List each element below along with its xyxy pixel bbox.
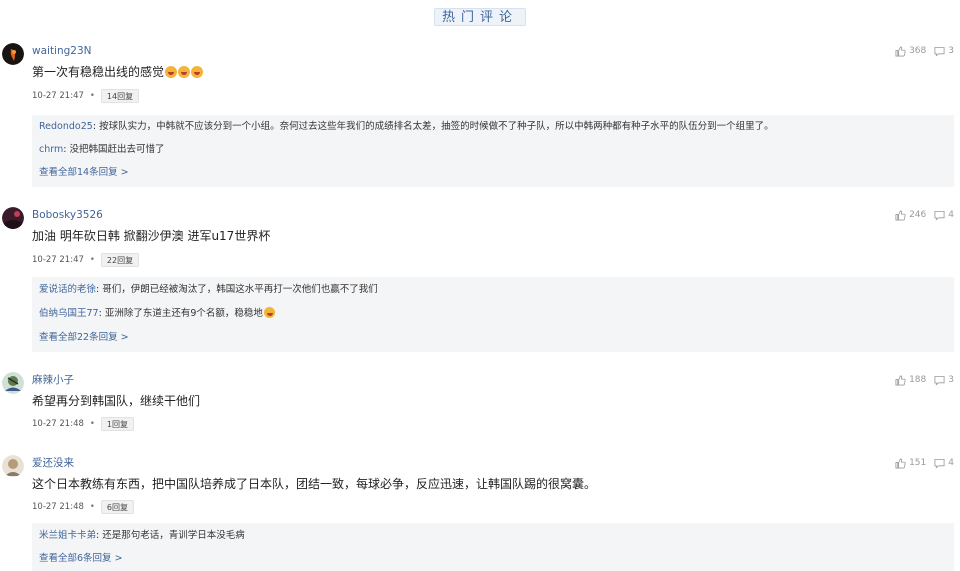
username[interactable]: Bobosky3526 [32,208,103,222]
hot-comments-label: 热门评论 [433,8,526,26]
reply-username[interactable]: 米兰姐卡卡弟 [39,530,96,541]
reply-count: 3 [948,46,954,56]
comment-item: 爱还没来 151 4 这个日本教练有东西，把中国队培养成了日本队，团结一致，每球… [0,455,960,571]
comment-stats: 246 4 [895,208,954,222]
reply-icon[interactable] [934,210,945,221]
comment-text: 第一次有稳稳出线的感觉 [32,63,204,81]
comment-time: 10-27 21:47 [32,255,84,265]
laughing-emoji-icon [165,66,178,78]
grin-emoji-icon [263,307,275,318]
comment-stats: 188 3 [895,373,954,387]
reply-badge[interactable]: 6回复 [100,500,135,514]
comment-item: Bobosky3526 246 4 加油 明年砍日韩 掀翻沙伊澳 进军u17世界… [0,207,960,353]
like-count: 246 [909,210,927,220]
reply-count: 3 [948,375,954,385]
comment-item: 麻辣小子 188 3 希望再分到韩国队，继续干他们 10-27 21:48 • … [0,372,960,434]
comment-text: 加油 明年砍日韩 掀翻沙伊澳 进军u17世界杯 [32,229,271,243]
like-count: 368 [909,46,927,56]
reply-badge[interactable]: 22回复 [100,253,140,267]
comment-text: 这个日本教练有东西，把中国队培养成了日本队，团结一致，每球必争，反应迅速，让韩国… [32,477,597,491]
view-all-replies-link[interactable]: 查看全部14条回复 > [39,166,129,180]
reply-icon[interactable] [934,458,945,469]
comment-time: 10-27 21:48 [32,502,84,512]
view-all-replies-link[interactable]: 查看全部6条回复 > [39,552,123,566]
thumbs-up-icon[interactable] [895,210,906,221]
reply-item: 爱说话的老徐: 哥们，伊朗已经被淘汰了，韩国这水平再打一次他们也赢不了我们 [39,284,378,295]
username[interactable]: waiting23N [32,44,92,58]
thumbs-up-icon[interactable] [895,375,906,386]
avatar[interactable] [2,372,24,394]
avatar[interactable] [2,43,24,65]
comment-time: 10-27 21:47 [32,91,84,101]
comment-text: 希望再分到韩国队，继续干他们 [32,394,201,408]
reply-item: 伯纳乌国王77: 亚洲除了东道主还有9个名额，稳稳地 [39,307,275,321]
reply-badge[interactable]: 14回复 [100,89,140,103]
reply-username[interactable]: 伯纳乌国王77 [39,308,99,319]
reply-item: Redondo25: 按球队实力，中韩就不应该分到一个小组。奈何过去这些年我们的… [39,121,774,132]
reply-item: chrm: 没把韩国赶出去可惜了 [39,144,165,155]
reply-username[interactable]: 爱说话的老徐 [39,284,96,295]
username[interactable]: 爱还没来 [32,456,74,470]
comment-item: waiting23N 368 3 第一次有稳稳出线的感觉 10-27 21:47… [0,43,960,188]
comment-meta: 10-27 21:48 • 6回复 [32,500,135,514]
hot-comments-title: 热门评论 [0,6,960,26]
laughing-emoji-icon [178,66,191,78]
reply-list: 爱说话的老徐: 哥们，伊朗已经被淘汰了，韩国这水平再打一次他们也赢不了我们 伯纳… [32,277,954,352]
reply-list: Redondo25: 按球队实力，中韩就不应该分到一个小组。奈何过去这些年我们的… [32,115,954,187]
reply-text: 亚洲除了东道主还有9个名额，稳稳地 [104,308,263,319]
reply-icon[interactable] [934,46,945,57]
reply-icon[interactable] [934,375,945,386]
like-count: 151 [909,458,927,468]
reply-text: 没把韩国赶出去可惜了 [69,144,165,155]
view-all-replies-link[interactable]: 查看全部22条回复 > [39,331,129,345]
reply-count: 4 [948,210,954,220]
laughing-emoji-icon [191,66,204,78]
comment-meta: 10-27 21:47 • 22回复 [32,253,140,267]
comment-stats: 368 3 [895,44,954,58]
avatar[interactable] [2,207,24,229]
thumbs-up-icon[interactable] [895,46,906,57]
comment-stats: 151 4 [895,456,954,470]
reply-list: 米兰姐卡卡弟: 还是那句老话，青训学日本没毛病 查看全部6条回复 > [32,523,954,571]
reply-count: 4 [948,458,954,468]
username[interactable]: 麻辣小子 [32,373,74,387]
comment-meta: 10-27 21:47 • 14回复 [32,89,140,103]
reply-badge[interactable]: 1回复 [100,417,135,431]
reply-text: 按球队实力，中韩就不应该分到一个小组。奈何过去这些年我们的成绩排名太差，抽签的时… [99,121,774,132]
reply-username[interactable]: chrm [39,144,63,155]
comment-time: 10-27 21:48 [32,419,84,429]
reply-text: 还是那句老话，青训学日本没毛病 [102,530,245,541]
reply-item: 米兰姐卡卡弟: 还是那句老话，青训学日本没毛病 [39,530,245,541]
comment-meta: 10-27 21:48 • 1回复 [32,417,135,431]
reply-text: 哥们，伊朗已经被淘汰了，韩国这水平再打一次他们也赢不了我们 [102,284,378,295]
thumbs-up-icon[interactable] [895,458,906,469]
avatar[interactable] [2,455,24,477]
like-count: 188 [909,375,927,385]
reply-username[interactable]: Redondo25 [39,121,93,132]
